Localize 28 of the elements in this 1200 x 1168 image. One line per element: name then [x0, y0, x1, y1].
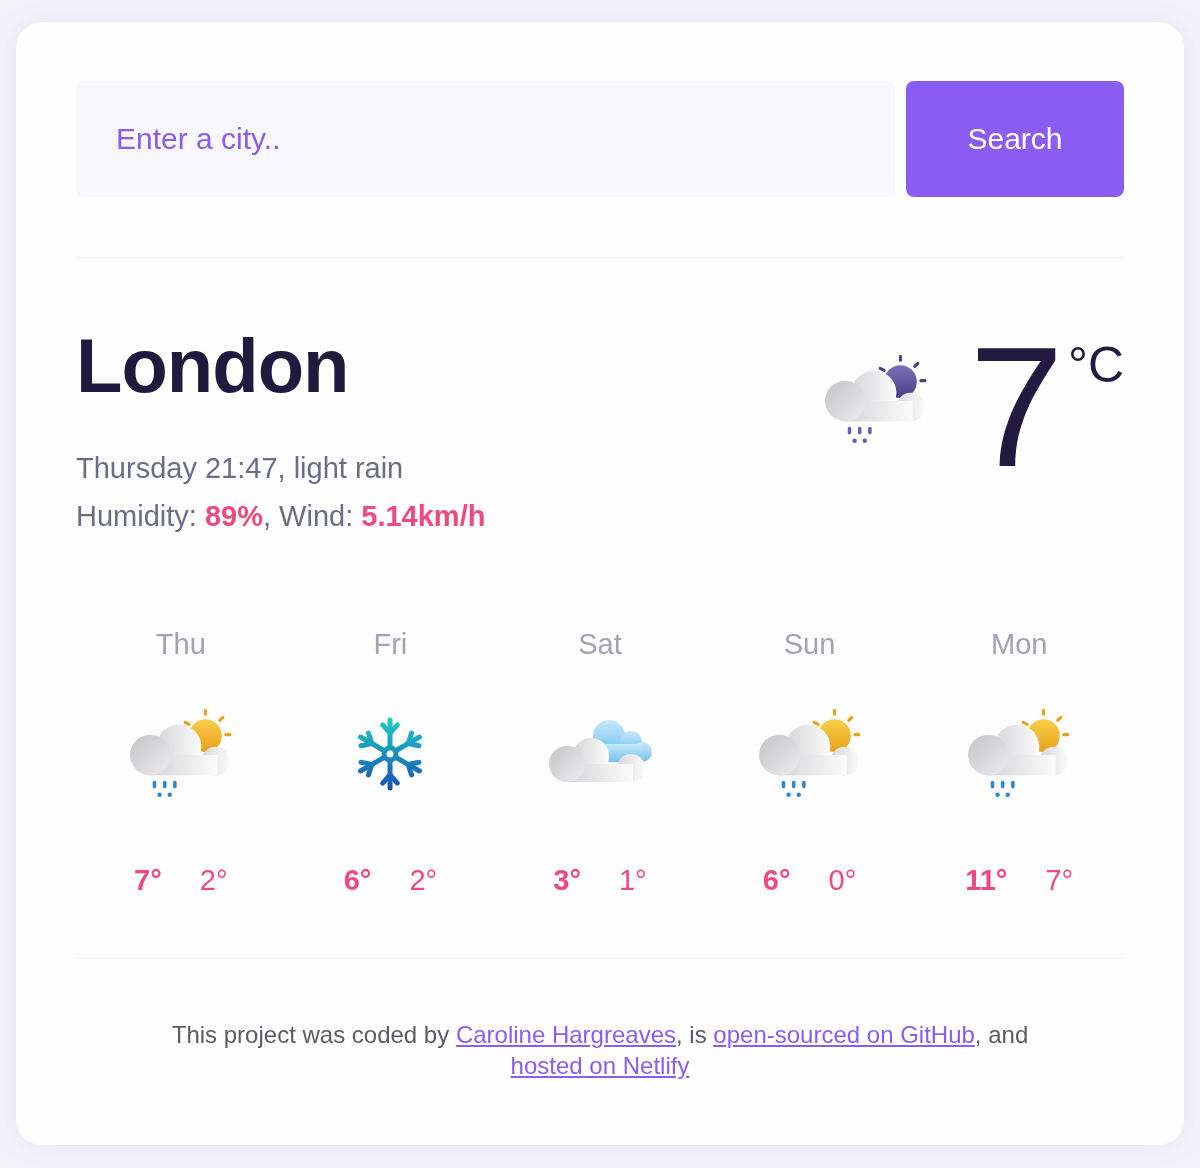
min-temperature: 2° [409, 863, 438, 898]
max-temperature: 7° [134, 863, 162, 898]
humidity-wind: Humidity: 89%, Wind: 5.14km/h [76, 499, 486, 534]
min-temperature: 1° [619, 863, 647, 898]
forecast-day: Sun [783, 626, 836, 662]
min-temperature: 0° [828, 863, 857, 898]
max-temperature: 6° [762, 863, 791, 898]
date-description: Thursday 21:47, light rain [76, 451, 405, 486]
footer-link[interactable]: hosted on Netlify [510, 1052, 690, 1079]
forecast-day: Fri [373, 626, 408, 662]
footer-text: This project was coded by Caroline Hargreaves, is open-sourced on GitHub, and hosted on Netlify [170, 1020, 1030, 1081]
max-temperature: 3° [553, 863, 581, 898]
city-name: London [76, 328, 350, 404]
cloud-sun-rain-icon [756, 708, 863, 800]
forecast-day: Thu [155, 626, 206, 662]
max-temperature: 6° [343, 863, 372, 898]
min-temperature: 7° [1045, 863, 1074, 898]
forecast-day: Mon [991, 626, 1048, 662]
cloud-sun-rain-icon [127, 708, 234, 800]
temperature-unit: °C [1067, 340, 1124, 390]
city-input[interactable]: Enter a city.. [76, 81, 895, 197]
temperature-value: 7 [969, 332, 1064, 482]
footer-link[interactable]: open-sourced on GitHub [713, 1021, 975, 1048]
search-button[interactable]: Search [906, 81, 1124, 197]
max-temperature: 11° [965, 863, 1008, 898]
min-temperature: 2° [199, 863, 228, 898]
forecast-day: Sat [578, 626, 622, 662]
footer-link[interactable]: Caroline Hargreaves [455, 1021, 676, 1048]
